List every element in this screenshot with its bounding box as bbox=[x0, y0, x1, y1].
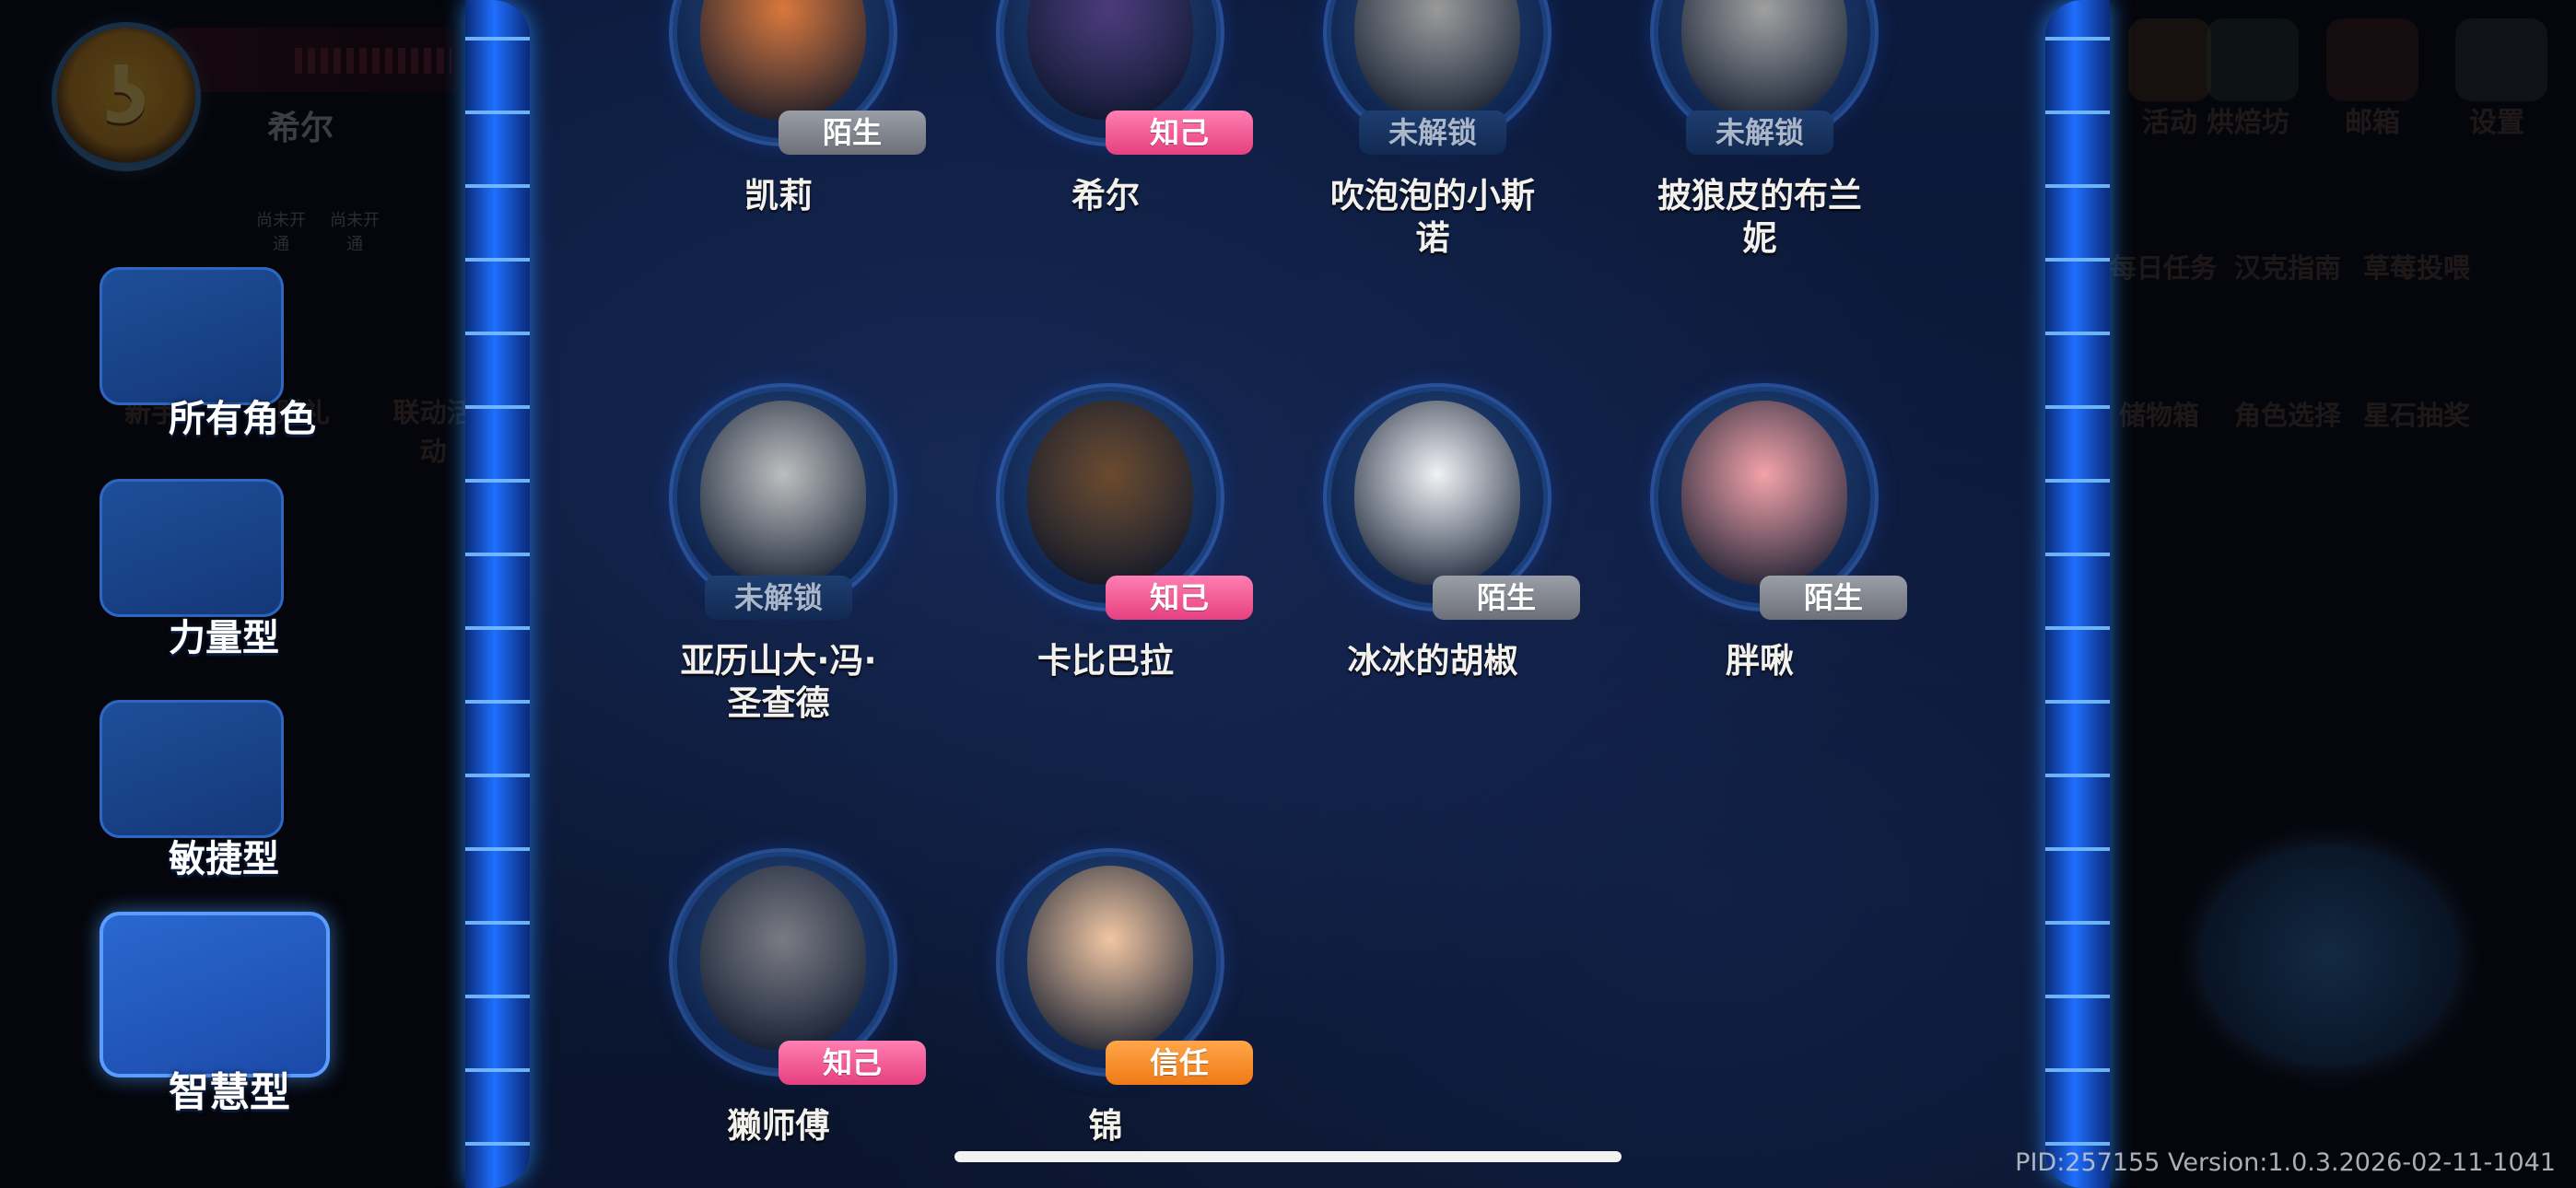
character-name: 锦 bbox=[1088, 1106, 1123, 1146]
relationship-badge: 陌生 bbox=[1433, 576, 1580, 620]
category-power[interactable]: 力量型 bbox=[100, 460, 293, 659]
relationship-badge: 陌生 bbox=[779, 111, 926, 155]
character-face-icon bbox=[1027, 866, 1193, 1050]
character-face-icon bbox=[700, 401, 866, 585]
relationship-badge: 知己 bbox=[779, 1041, 926, 1085]
bakery-icon bbox=[2207, 18, 2299, 101]
character-portrait bbox=[1658, 391, 1870, 603]
character-name: 獭师傅 bbox=[727, 1106, 830, 1146]
character-name: 胖啾 bbox=[1726, 641, 1794, 681]
player-avatar[interactable]: ʖ bbox=[57, 28, 195, 166]
category-label: 力量型 bbox=[169, 617, 279, 659]
category-agility[interactable]: 敏捷型 bbox=[100, 681, 293, 880]
character-name: 吹泡泡的小斯诺 bbox=[1330, 176, 1535, 258]
character-portrait bbox=[1004, 391, 1216, 603]
category-wisdom[interactable]: 智慧型 bbox=[100, 893, 330, 1116]
category-label: 智慧型 bbox=[169, 1069, 290, 1116]
character-face-icon bbox=[1027, 401, 1193, 585]
character-portrait bbox=[677, 856, 889, 1068]
character-name: 卡比巴拉 bbox=[1037, 641, 1174, 681]
hud-strawberry[interactable]: 草莓投喂 bbox=[2363, 247, 2470, 285]
avatar-glyph-icon: ʖ bbox=[103, 52, 149, 142]
category-label: 敏捷型 bbox=[169, 838, 279, 880]
character-face-icon bbox=[1354, 401, 1520, 585]
hud-mailbox[interactable]: 邮箱 bbox=[2345, 99, 2400, 140]
relationship-badge: 陌生 bbox=[1760, 576, 1907, 620]
hud-settings[interactable]: 设置 bbox=[2469, 99, 2524, 140]
group-icon bbox=[100, 267, 284, 405]
character-name: 冰冰的胡椒 bbox=[1347, 641, 1518, 681]
eye-helmet-icon bbox=[100, 912, 330, 1077]
character-face-icon bbox=[700, 0, 866, 120]
gear-icon bbox=[2455, 18, 2547, 101]
hud-star-draw[interactable]: 星石抽奖 bbox=[2363, 394, 2470, 433]
activity-icon bbox=[2128, 18, 2211, 101]
relationship-badge: 未解锁 bbox=[1359, 111, 1506, 155]
quest-emblem-button[interactable] bbox=[2200, 845, 2458, 1066]
relationship-badge: 未解锁 bbox=[705, 576, 852, 620]
character-face-icon bbox=[1354, 0, 1520, 120]
health-bar bbox=[166, 28, 461, 92]
character-name: 披狼皮的布兰妮 bbox=[1657, 176, 1862, 258]
character-face-icon bbox=[700, 866, 866, 1050]
relationship-badge: 知己 bbox=[1106, 576, 1253, 620]
winged-boot-icon bbox=[100, 700, 284, 838]
hud-storage[interactable]: 储物箱 bbox=[2119, 394, 2199, 433]
home-indicator[interactable] bbox=[954, 1151, 1622, 1162]
character-portrait bbox=[1331, 391, 1543, 603]
relationship-badge: 未解锁 bbox=[1686, 111, 1833, 155]
panel-border-right bbox=[2045, 0, 2110, 1188]
character-face-icon bbox=[1027, 0, 1193, 120]
character-name: 凯莉 bbox=[744, 176, 813, 215]
character-portrait bbox=[1004, 856, 1216, 1068]
category-all[interactable]: 所有角色 bbox=[100, 249, 316, 440]
player-name: 希尔 bbox=[267, 110, 334, 147]
hud-daily[interactable]: 每日任务 bbox=[2110, 247, 2217, 285]
character-name: 亚历山大·冯·圣查德 bbox=[680, 641, 877, 723]
mailbox-icon bbox=[2326, 18, 2418, 101]
panel-border-left bbox=[465, 0, 530, 1188]
fist-icon bbox=[100, 479, 284, 617]
character-face-icon bbox=[1681, 0, 1847, 120]
character-name: 希尔 bbox=[1071, 176, 1140, 215]
category-label: 所有角色 bbox=[169, 398, 316, 440]
character-portrait bbox=[677, 391, 889, 603]
hud-bakery[interactable]: 烘焙坊 bbox=[2207, 99, 2289, 140]
hud-activity[interactable]: 活动 bbox=[2142, 99, 2197, 140]
relationship-badge: 知己 bbox=[1106, 111, 1253, 155]
version-label: PID:257155 Version:1.0.3.2026-02-11-1041 bbox=[2015, 1148, 2556, 1177]
relationship-badge: 信任 bbox=[1106, 1041, 1253, 1085]
character-face-icon bbox=[1681, 401, 1847, 585]
hud-guide[interactable]: 汉克指南 bbox=[2234, 247, 2341, 285]
not-open-label-2: 尚未开通 bbox=[330, 211, 380, 254]
hud-role-select[interactable]: 角色选择 bbox=[2234, 394, 2341, 433]
